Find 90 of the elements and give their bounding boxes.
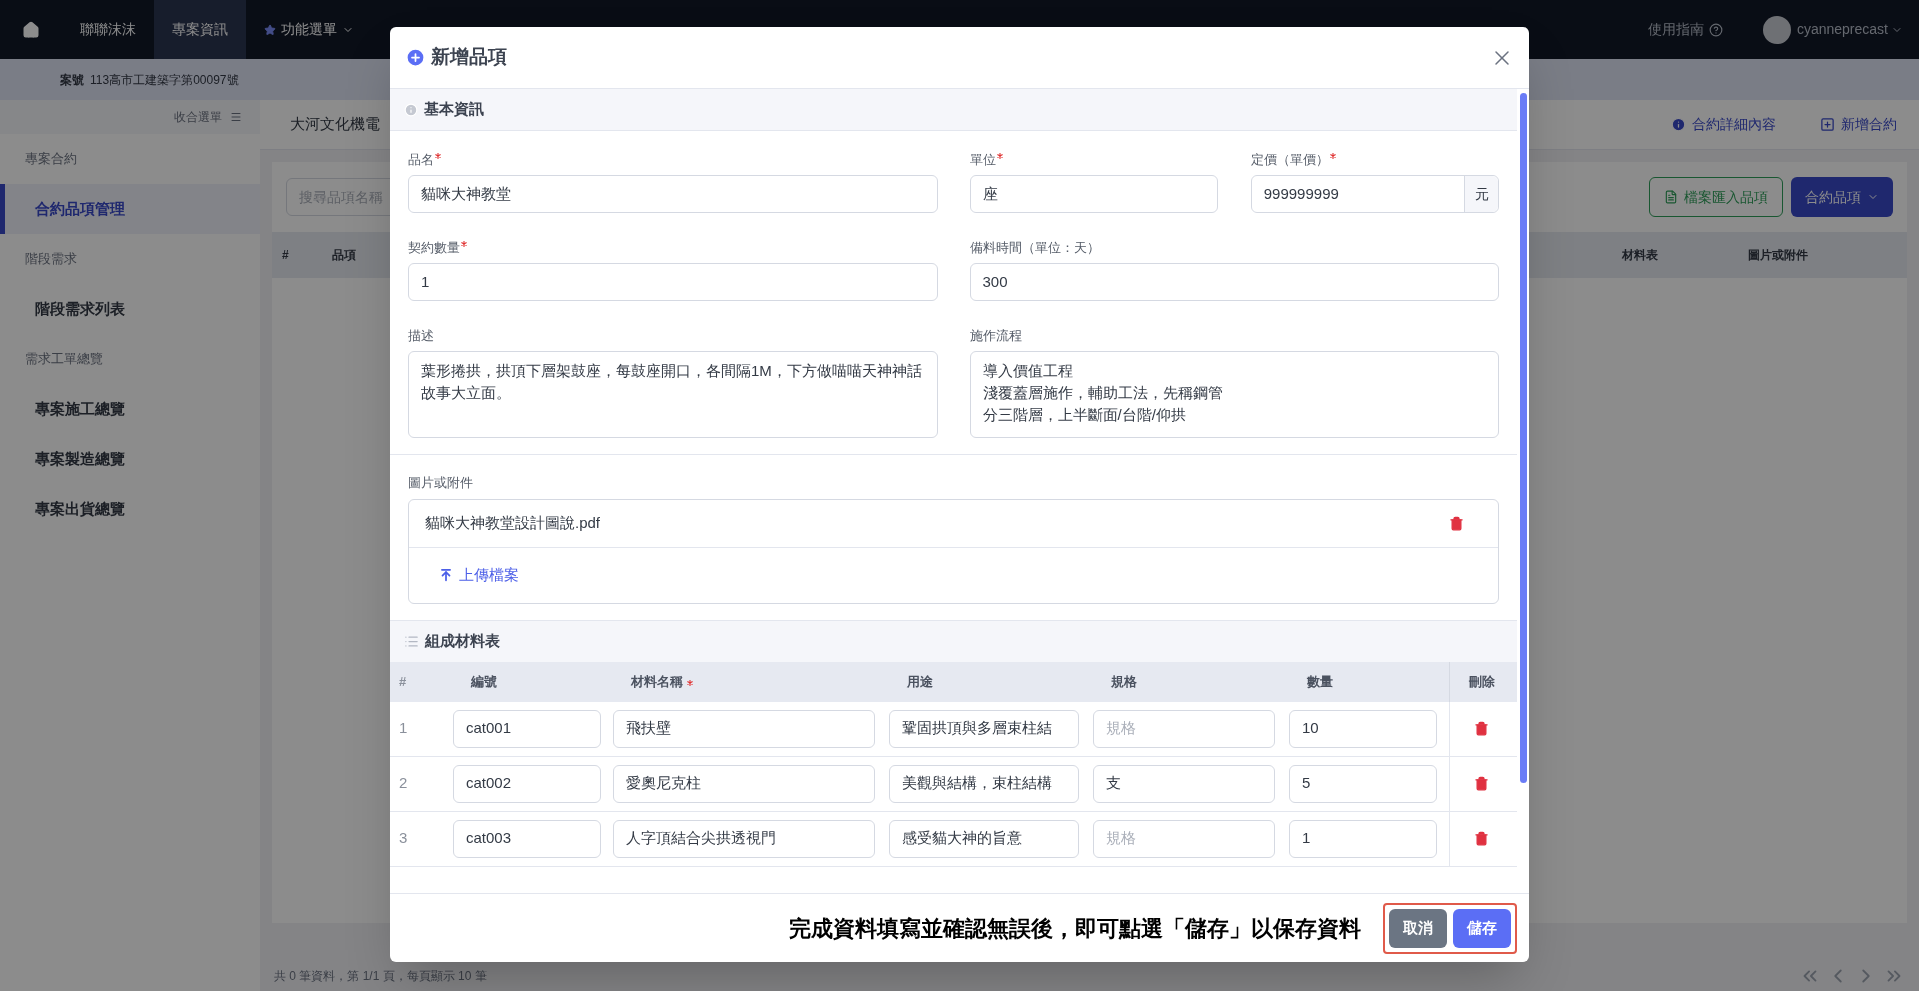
column-header: 數量 [1307,672,1333,691]
help-link[interactable]: 使用指南 [1647,19,1723,40]
nav-tab[interactable]: 聯聯沫沫 [62,0,154,59]
nav-tab[interactable]: 功能選單 [246,0,372,59]
upload-icon [439,568,453,582]
contract-details-link[interactable]: 合約詳細內容 [1649,114,1798,135]
code-field[interactable]: cat002 [453,764,601,803]
sidebar-group-title: 專案合約 [25,150,77,169]
material-name-field[interactable]: 愛奧尼克柱 [613,764,875,803]
textarea-line: 分三階層，上半斷面/台階/仰拱 [982,405,1187,425]
trash-icon[interactable] [1449,515,1464,531]
file-icon [1664,190,1678,204]
field-label: 施作流程 [969,327,1022,345]
column-header: 用途 [907,672,933,691]
info-icon [1671,117,1686,132]
input-value: 999999999 [1262,183,1340,204]
column-header: # [399,672,407,691]
quantity-field[interactable]: 10 [1289,709,1437,748]
usage-field[interactable]: 美觀與結構，束柱結構 [889,764,1079,803]
field-label: 圖片或附件 [408,474,474,492]
field-label: 描述 [408,327,434,345]
column-header: 規格 [1111,672,1137,691]
field-label: 備料時間（單位：天） [969,239,1100,257]
sidebar-group-title: 需求工單總覽 [25,350,103,369]
nav-tab[interactable]: 專案資訊 [154,0,246,59]
section-title: 組成材料表 [425,630,500,651]
plus-circle-icon [405,47,426,68]
column-header: 材料名稱 [631,672,683,691]
trash-icon[interactable] [1474,831,1489,846]
star-icon [264,23,276,36]
input-field[interactable]: 貓咪大神教堂 [408,175,938,213]
sidebar-item[interactable]: 專案製造總覽 [0,434,260,484]
field-label: 契約數量 [408,239,460,257]
column-header: 品項 [332,247,356,264]
plus-icon [1820,117,1835,132]
project-number: 113高市工建築字第00097號 [90,71,239,89]
input-field[interactable]: 1 [408,263,938,301]
row-number: 2 [398,773,409,794]
upload-button[interactable]: 上傳檔案 [439,563,519,587]
textarea-line: 葉形捲拱，拱頂下層架鼓座，每鼓座開口，各間隔1M，下方做喵喵天神神話故事大立面。 [421,361,923,403]
help-icon [1708,22,1723,37]
quantity-field[interactable]: 5 [1289,764,1437,803]
list-icon [404,633,419,649]
section-title: 基本資訊 [424,99,484,120]
trash-icon[interactable] [1474,776,1489,791]
menu-icon[interactable] [230,111,242,123]
row-number: 3 [398,828,409,849]
instruction-note: 完成資料填寫並確認無誤後，即可點選「儲存」以保存資料 [789,914,1361,943]
usage-field[interactable]: 鞏固拱頂與多層束柱結 [889,709,1079,748]
user-menu[interactable]: cyanneprecast [1796,19,1903,40]
trash-icon[interactable] [1474,721,1489,736]
column-header: 圖片或附件 [1747,247,1809,264]
column-header: 編號 [471,672,497,691]
row-number: 1 [398,718,409,739]
file-name: 貓咪大神教堂設計圖說.pdf [425,512,601,533]
save-button[interactable]: 儲存 [1453,908,1511,948]
price-field[interactable]: 999999999 元 [1250,175,1499,213]
project-label: 案號 [60,71,84,89]
currency-suffix: 元 [1464,176,1498,212]
textarea-field[interactable]: 葉形捲拱，拱頂下層架鼓座，每鼓座開口，各間隔1M，下方做喵喵天神神話故事大立面。 [408,351,938,438]
usage-field[interactable]: 感受貓大神的旨意 [889,819,1079,858]
field-label: 單位 [969,151,996,169]
column-header: 材料表 [1621,247,1659,264]
code-field[interactable]: cat001 [453,709,601,748]
field-label: 定價（單價） [1250,151,1329,169]
sidebar-item[interactable]: 專案施工總覽 [0,384,260,434]
add-contract-link[interactable]: 新增合約 [1798,114,1919,135]
textarea-field[interactable]: 導入價值工程 淺覆蓋層施作，輔助工法，先稱鋼管 分三階層，上半斷面/台階/仰拱 [969,351,1499,438]
contract-item-button[interactable]: 合約品項 [1791,177,1893,217]
code-field[interactable]: cat003 [453,819,601,858]
column-header: 刪除 [1468,672,1495,691]
sidebar-item[interactable]: 階段需求列表 [0,284,260,334]
quantity-field[interactable]: 1 [1289,819,1437,858]
sidebar-item[interactable]: 專案出貨總覽 [0,484,260,534]
home-icon[interactable] [22,20,40,39]
field-label: 品名 [408,151,434,169]
info-icon [404,102,418,117]
cancel-button[interactable]: 取消 [1389,908,1447,948]
sidebar-group-title: 階段需求 [25,250,77,269]
column-header: # [281,247,290,264]
avatar[interactable] [1762,15,1791,44]
input-field[interactable]: 座 [969,175,1218,213]
material-name-field[interactable]: 人字頂結合尖拱透視門 [613,819,875,858]
spec-field[interactable]: 支 [1093,764,1275,803]
material-name-field[interactable]: 飛扶壁 [613,709,875,748]
sidebar-item[interactable]: 合約品項管理 [0,184,260,234]
input-field[interactable]: 300 [969,263,1499,301]
dialog-title: 新增品項 [431,45,507,70]
textarea-line: 導入價值工程 [982,361,1074,381]
textarea-line: 淺覆蓋層施作，輔助工法，先稱鋼管 [982,383,1224,403]
